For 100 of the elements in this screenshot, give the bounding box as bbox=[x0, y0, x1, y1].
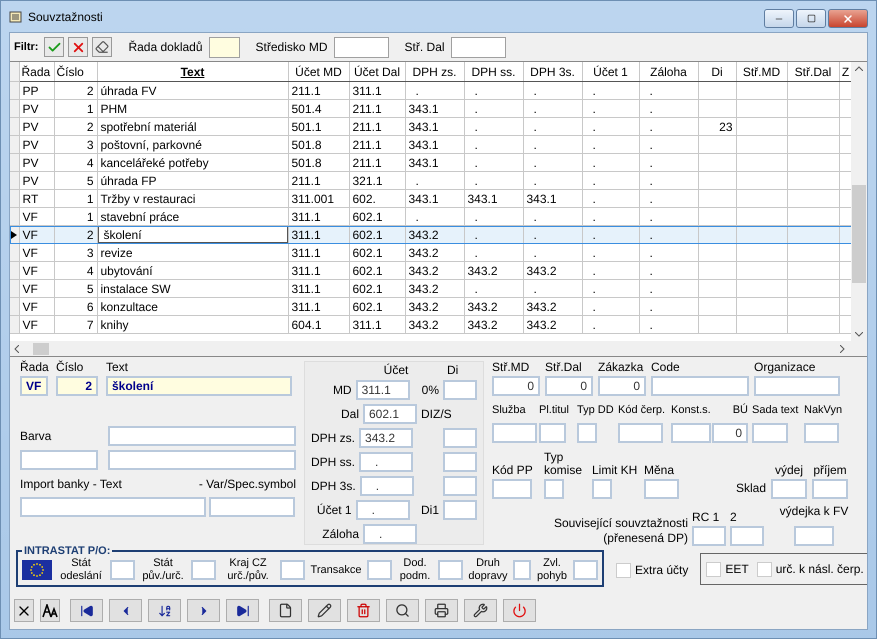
column-header[interactable]: DPH zs. bbox=[405, 62, 464, 82]
search-button[interactable] bbox=[386, 599, 419, 622]
input-field[interactable] bbox=[110, 560, 135, 580]
input-field[interactable]: 0 bbox=[492, 376, 540, 396]
input-field[interactable] bbox=[539, 423, 566, 443]
column-header[interactable]: Řada bbox=[19, 62, 54, 82]
minimize-button[interactable] bbox=[764, 9, 794, 28]
input-field[interactable]: . bbox=[363, 524, 417, 544]
filter-field[interactable] bbox=[334, 36, 389, 58]
new-document-button[interactable] bbox=[269, 599, 302, 622]
input-field[interactable] bbox=[20, 450, 98, 470]
table-row[interactable]: VF 1 stavební práce 311.1 602.1 . . . . . bbox=[10, 208, 851, 226]
table-row[interactable]: PV 3 poštovní, parkovné 501.8 211.1 343.1 . . . . bbox=[10, 136, 851, 154]
input-field[interactable] bbox=[20, 497, 206, 517]
close-button[interactable] bbox=[828, 9, 868, 28]
table-row[interactable]: PV 5 úhrada FP 211.1 321.1 . . . . . bbox=[10, 172, 851, 190]
input-field[interactable] bbox=[804, 423, 839, 443]
input-field[interactable]: 311.1 bbox=[356, 380, 410, 400]
first-record-button[interactable] bbox=[70, 599, 103, 622]
input-field[interactable] bbox=[443, 452, 477, 472]
input-field[interactable] bbox=[577, 423, 597, 443]
table-row[interactable]: RT 1 Tržby v restauraci 311.001 602. 343.1 343.1 343.1 . . bbox=[10, 190, 851, 208]
input-field[interactable] bbox=[573, 560, 598, 580]
delete-button[interactable] bbox=[347, 599, 380, 622]
checkbox[interactable] bbox=[706, 562, 722, 576]
input-field[interactable] bbox=[443, 380, 477, 400]
power-button[interactable] bbox=[503, 599, 536, 622]
column-header[interactable]: Z bbox=[839, 62, 851, 82]
table-row[interactable]: VF 5 instalace SW 311.1 602.1 343.2 . . . . bbox=[10, 280, 851, 298]
input-field[interactable] bbox=[651, 376, 749, 396]
input-field[interactable] bbox=[108, 450, 296, 470]
scrollbar-thumb[interactable] bbox=[33, 342, 49, 354]
cancel-button[interactable] bbox=[14, 599, 34, 622]
input-field[interactable]: 0 bbox=[598, 376, 646, 396]
input-field[interactable] bbox=[513, 560, 531, 580]
column-header[interactable]: Stř.MD bbox=[736, 62, 787, 82]
checkbox[interactable] bbox=[616, 563, 631, 578]
column-header[interactable]: Stř.Dal bbox=[787, 62, 839, 82]
edit-button[interactable] bbox=[308, 599, 341, 622]
horizontal-scrollbar[interactable] bbox=[10, 341, 867, 357]
input-field[interactable] bbox=[794, 526, 834, 546]
table-row[interactable]: VF 3 revize 311.1 602.1 343.2 . . . . bbox=[10, 244, 851, 262]
input-field[interactable] bbox=[280, 560, 305, 580]
printer-button[interactable] bbox=[425, 599, 458, 622]
last-record-button[interactable] bbox=[226, 599, 259, 622]
input-field[interactable] bbox=[771, 479, 807, 499]
table-row[interactable]: VF 6 konzultace 311.1 602.1 343.2 343.2 343.2 . . bbox=[10, 298, 851, 316]
input-field[interactable] bbox=[754, 376, 840, 396]
input-field[interactable] bbox=[367, 560, 392, 580]
input-field[interactable] bbox=[443, 500, 477, 520]
table-row[interactable]: VF 7 knihy 604.1 311.1 343.2 343.2 343.2 . . bbox=[10, 316, 851, 334]
input-field[interactable] bbox=[209, 497, 295, 517]
input-field[interactable] bbox=[644, 479, 679, 499]
font-button[interactable] bbox=[40, 599, 60, 622]
next-record-button[interactable] bbox=[187, 599, 220, 622]
filter-field[interactable] bbox=[450, 36, 506, 58]
wrench-button[interactable] bbox=[464, 599, 497, 622]
table-row[interactable]: PV 2 spotřební materiál 501.1 211.1 343.1 . . . . 23 bbox=[10, 118, 851, 136]
sort-button[interactable] bbox=[148, 599, 181, 622]
input-field[interactable]: školení bbox=[106, 376, 292, 396]
input-field[interactable] bbox=[812, 479, 848, 499]
input-field[interactable] bbox=[752, 423, 788, 443]
maximize-button[interactable] bbox=[796, 9, 826, 28]
column-header[interactable]: Účet MD bbox=[288, 62, 349, 82]
input-field[interactable]: . bbox=[360, 476, 414, 496]
input-field[interactable]: VF bbox=[20, 376, 48, 396]
table-row[interactable]: VF 4 ubytování 311.1 602.1 343.2 343.2 343.2 . . bbox=[10, 262, 851, 280]
input-field[interactable] bbox=[671, 423, 711, 443]
previous-record-button[interactable] bbox=[109, 599, 142, 622]
input-field[interactable]: . bbox=[359, 452, 414, 472]
input-field[interactable]: 0 bbox=[712, 423, 748, 443]
column-header[interactable]: Účet Dal bbox=[349, 62, 405, 82]
table-row[interactable]: PV 4 kancelářeké potřeby 501.8 211.1 343.1 . . . . bbox=[10, 154, 851, 172]
input-field[interactable] bbox=[492, 479, 532, 499]
column-header[interactable]: Di bbox=[698, 62, 736, 82]
column-header[interactable]: Číslo bbox=[54, 62, 97, 82]
cancel-filter-button[interactable] bbox=[68, 37, 88, 57]
input-field[interactable] bbox=[438, 560, 463, 580]
input-field[interactable] bbox=[108, 426, 296, 446]
filter-field[interactable] bbox=[208, 36, 240, 58]
input-field[interactable] bbox=[592, 479, 612, 499]
input-field[interactable] bbox=[443, 476, 477, 496]
input-field[interactable] bbox=[191, 560, 216, 580]
input-field[interactable]: . bbox=[356, 500, 410, 520]
input-field[interactable] bbox=[544, 479, 564, 499]
column-header[interactable]: Účet 1 bbox=[582, 62, 639, 82]
table-row[interactable]: PV 1 PHM 501.4 211.1 343.1 . . . . bbox=[10, 100, 851, 118]
checkbox[interactable] bbox=[756, 562, 772, 576]
apply-filter-button[interactable] bbox=[44, 37, 64, 57]
input-field[interactable] bbox=[492, 423, 537, 443]
column-header[interactable]: DPH ss. bbox=[464, 62, 523, 82]
table-row[interactable]: PP 2 úhrada FV 211.1 311.1 . . . . . bbox=[10, 82, 851, 100]
column-header[interactable]: Text bbox=[97, 62, 288, 82]
clear-filter-button[interactable] bbox=[92, 37, 112, 57]
scrollbar-thumb[interactable] bbox=[852, 185, 866, 283]
input-field[interactable] bbox=[618, 423, 663, 443]
input-field[interactable] bbox=[730, 526, 764, 546]
input-field[interactable] bbox=[443, 428, 477, 448]
input-field[interactable]: 0 bbox=[545, 376, 593, 396]
input-field[interactable]: 2 bbox=[56, 376, 98, 396]
